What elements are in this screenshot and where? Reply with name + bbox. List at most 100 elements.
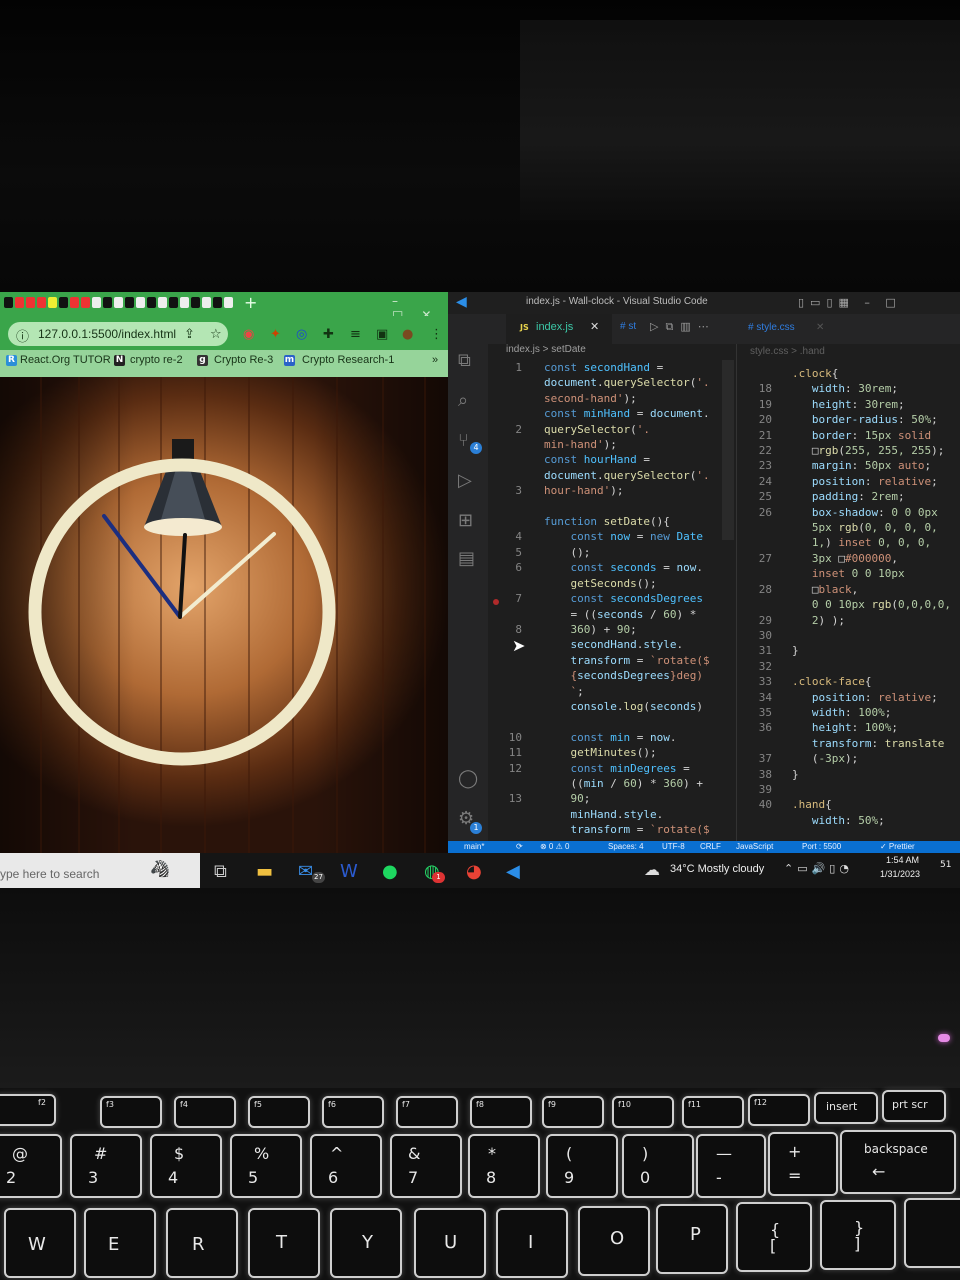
vscode-taskbar-icon[interactable]: ◀ (506, 861, 520, 882)
bookmark-item[interactable]: Crypto Re-3 (214, 354, 273, 366)
close-icon[interactable]: ✕ (816, 322, 824, 333)
key-f5[interactable]: f5 (248, 1096, 310, 1128)
prettier-status[interactable]: ✓ Prettier (880, 842, 915, 851)
task-view-icon[interactable]: ⧉ (214, 861, 227, 882)
key-right-bracket[interactable]: } ] (820, 1200, 896, 1270)
search-placeholder[interactable]: ype here to search (0, 867, 99, 881)
key-insert[interactable]: insert (814, 1092, 878, 1124)
minimap[interactable] (722, 360, 734, 540)
key-8[interactable]: * 8 (468, 1134, 540, 1198)
extension-icon[interactable]: ◉ (243, 327, 254, 342)
language-mode[interactable]: JavaScript (736, 842, 773, 851)
key-p[interactable]: P (656, 1204, 728, 1274)
encoding-status[interactable]: UTF-8 (662, 842, 685, 851)
key-u[interactable]: U (414, 1208, 486, 1278)
address-url[interactable]: 127.0.0.1:5500/index.html (38, 327, 176, 341)
breadcrumb[interactable]: index.js > setDate (506, 344, 586, 355)
profile-avatar-icon[interactable]: ● (402, 327, 413, 342)
weather-widget[interactable]: 34°C Mostly cloudy (670, 863, 764, 875)
key-f7[interactable]: f7 (396, 1096, 458, 1128)
notification-count[interactable]: 51 (940, 860, 951, 870)
key-f10[interactable]: f10 (612, 1096, 674, 1128)
indentation-status[interactable]: Spaces: 4 (608, 842, 644, 851)
mail-icon[interactable]: ✉ (298, 861, 313, 882)
editor-actions[interactable]: ▷⧉▥⋯ (650, 320, 716, 334)
key-5[interactable]: % 5 (230, 1134, 302, 1198)
live-server-port[interactable]: Port : 5500 (802, 842, 841, 851)
spotify-icon[interactable]: ● (382, 861, 398, 882)
key-t[interactable]: T (248, 1208, 320, 1278)
taskbar-date[interactable]: 1/31/2023 (880, 869, 920, 879)
key-f3[interactable]: f3 (100, 1096, 162, 1128)
browser-tab-favicons[interactable] (4, 292, 234, 316)
key-f9[interactable]: f9 (542, 1096, 604, 1128)
key-f4[interactable]: f4 (174, 1096, 236, 1128)
share-icon[interactable]: ⇪ (184, 327, 195, 342)
problems-indicator[interactable]: ⊗ 0 ⚠ 0 (540, 842, 569, 851)
media-queue-icon[interactable]: ≡ (350, 327, 361, 342)
puzzle-icon[interactable]: ✚ (323, 327, 334, 342)
bookmarks-overflow-button[interactable]: » (432, 354, 438, 366)
key-o[interactable]: O (578, 1206, 650, 1276)
tab-label[interactable]: index.js (536, 321, 573, 333)
bookmark-favicon-icon: m (284, 355, 295, 366)
bookmark-item[interactable]: Crypto Research-1 (302, 354, 394, 366)
tab-style-css-short[interactable]: # st (620, 321, 636, 332)
key-i[interactable]: I (496, 1208, 568, 1278)
layout-controls[interactable]: ▯▭▯▦ – □ (798, 296, 902, 309)
key-prtscr[interactable]: prt scr (882, 1090, 946, 1122)
key-e[interactable]: E (84, 1208, 156, 1278)
tab-style-css[interactable]: # style.css (748, 322, 795, 333)
chrome-icon[interactable]: ◕ (466, 861, 482, 882)
key-backslash[interactable] (904, 1198, 960, 1268)
breakpoint-marker[interactable] (493, 599, 499, 605)
eol-status[interactable]: CRLF (700, 842, 721, 851)
key-y[interactable]: Y (330, 1208, 402, 1278)
key-7[interactable]: & 7 (390, 1134, 462, 1198)
key-left-bracket[interactable]: { [ (736, 1202, 812, 1272)
key-r[interactable]: R (166, 1208, 238, 1278)
key-6[interactable]: ^ 6 (310, 1134, 382, 1198)
bookmark-item[interactable]: React.Org TUTOR (20, 354, 111, 366)
bookmark-star-icon[interactable]: ☆ (210, 327, 222, 342)
extensions-icon[interactable]: ⊞ (458, 510, 473, 531)
key-0[interactable]: ) 0 (622, 1134, 694, 1198)
key-2[interactable]: @2 (0, 1134, 62, 1198)
sync-icon[interactable]: ⟳ (516, 842, 523, 851)
key-f8[interactable]: f8 (470, 1096, 532, 1128)
file-explorer-icon[interactable]: ▬ (256, 861, 273, 882)
key-f6[interactable]: f6 (322, 1096, 384, 1128)
key-w[interactable]: W (4, 1208, 76, 1278)
code-editor-style-css[interactable]: .clock{ width: 30rem; height: 30rem; bor… (792, 366, 951, 828)
source-control-icon[interactable]: ⑂ (458, 430, 469, 451)
key-equals[interactable]: + = (768, 1132, 838, 1196)
search-icon[interactable]: ⌕ (458, 390, 468, 411)
editor-split-divider[interactable] (736, 344, 737, 841)
extension-icon[interactable]: ◎ (296, 327, 307, 342)
site-info-icon[interactable]: ⓘ (16, 326, 29, 345)
git-branch[interactable]: main* (464, 842, 484, 851)
metamask-icon[interactable]: ✦ (270, 327, 281, 342)
new-tab-button[interactable]: + (244, 293, 257, 312)
menu-kebab-icon[interactable]: ⋮ (430, 327, 443, 342)
key-f12[interactable]: f12 (748, 1094, 810, 1126)
key-f2[interactable]: f2 (0, 1094, 56, 1126)
key-minus[interactable]: — - (696, 1134, 766, 1198)
account-icon[interactable]: ◯ (458, 768, 478, 789)
bookmark-item[interactable]: crypto re-2 (130, 354, 183, 366)
key-4[interactable]: $4 (150, 1134, 222, 1198)
side-panel-icon[interactable]: ▣ (376, 327, 388, 342)
close-icon[interactable]: ✕ (590, 320, 599, 333)
key-f11[interactable]: f11 (682, 1096, 744, 1128)
key-3[interactable]: #3 (70, 1134, 142, 1198)
system-tray[interactable]: ⌃▭🔊▯◔ (784, 862, 853, 875)
taskbar-time[interactable]: 1:54 AM (886, 855, 919, 865)
explorer-icon[interactable]: ⧉ (458, 350, 471, 371)
remote-explorer-icon[interactable]: ▤ (458, 548, 475, 569)
word-icon[interactable]: W (340, 861, 358, 882)
key-backspace[interactable]: backspace ← (840, 1130, 956, 1194)
run-debug-icon[interactable]: ▷ (458, 470, 472, 491)
breadcrumb[interactable]: style.css > .hand (750, 346, 825, 357)
key-9[interactable]: (9 (546, 1134, 618, 1198)
code-editor-index-js[interactable]: const secondHand = document.querySelecto… (544, 360, 710, 838)
